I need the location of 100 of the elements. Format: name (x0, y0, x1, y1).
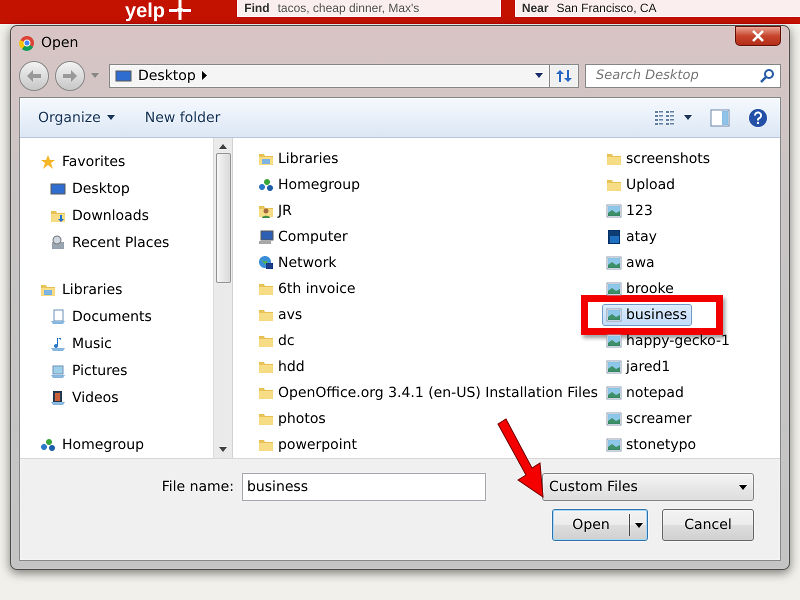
scroll-down-icon (219, 447, 227, 452)
computer-icon (258, 229, 274, 245)
folder-icon (258, 307, 274, 323)
image-icon (606, 385, 622, 401)
file-item[interactable]: atay (605, 226, 662, 248)
file-item[interactable]: dc (257, 330, 300, 352)
file-item[interactable]: 123 (605, 200, 658, 222)
file-item[interactable]: 6th invoice (257, 278, 361, 300)
history-caret-icon (91, 73, 99, 78)
file-type-dropdown[interactable]: Custom Files (542, 473, 754, 501)
file-item[interactable]: Upload (605, 174, 680, 196)
forward-arrow-icon (63, 70, 77, 82)
file-item[interactable]: photos (257, 408, 331, 430)
caret-icon (739, 484, 747, 490)
music-note-icon (50, 336, 66, 352)
file-item[interactable]: business (602, 304, 692, 326)
toolbar-button[interactable]: New folder (136, 106, 228, 130)
breadcrumb[interactable]: Desktop (138, 68, 196, 84)
file-item[interactable]: hdd (257, 356, 310, 378)
film-icon (50, 390, 66, 406)
file-item[interactable]: awa (605, 252, 660, 274)
folder-icon (606, 151, 622, 167)
file-item[interactable]: jared1 (605, 356, 676, 378)
photoshop-file-icon (606, 229, 622, 245)
file-item[interactable]: happy-gecko-1 (605, 330, 735, 352)
sidebar-item[interactable]: Recent Places (40, 229, 213, 256)
sidebar-item[interactable]: Videos (40, 384, 213, 411)
folder-icon (258, 411, 274, 427)
sidebar-item[interactable]: Documents (40, 303, 213, 330)
folder-icon (606, 177, 622, 193)
folder-icon (258, 281, 274, 297)
recent-places-icon (50, 234, 66, 250)
open-button[interactable]: Open (552, 509, 648, 541)
search-field[interactable]: Search Desktop (585, 64, 781, 88)
forward-button[interactable] (55, 60, 85, 91)
file-item[interactable]: brooke (605, 278, 679, 300)
file-item[interactable]: avs (257, 304, 308, 326)
file-item[interactable]: screamer (605, 408, 697, 430)
pictures-icon (50, 362, 66, 378)
refresh-icon (556, 68, 572, 83)
desktop-icon (50, 180, 66, 196)
file-item[interactable]: Homegroup (257, 174, 366, 196)
people-icon (40, 436, 56, 452)
document-icon (50, 308, 66, 324)
dropdown-caret-icon (535, 73, 543, 78)
cancel-button[interactable]: Cancel (662, 509, 754, 541)
desktop-icon (114, 68, 132, 84)
toolbar-button[interactable]: Organize (30, 106, 123, 130)
image-icon (606, 255, 622, 271)
help-icon (748, 108, 768, 128)
sidebar-item[interactable]: Favorites (40, 148, 213, 175)
chevron-icon (202, 71, 207, 80)
browser-logo-icon (19, 35, 35, 52)
sidebar-item[interactable]: Music (40, 330, 213, 357)
file-item[interactable]: Network (257, 252, 342, 274)
caret-icon (684, 115, 692, 120)
file-item[interactable]: OpenOffice.org 3.4.1 (en-US) Installation Files (257, 382, 603, 404)
globe-icon (258, 255, 274, 271)
folder-icon (258, 333, 274, 349)
caret-icon (634, 522, 642, 528)
close-icon (752, 30, 764, 42)
details-view-icon (654, 110, 676, 126)
near-field[interactable]: Near San Francisco, CA (514, 0, 800, 17)
scrollbar[interactable] (213, 138, 232, 458)
refresh-button[interactable] (549, 64, 579, 88)
window-title: Open (41, 35, 80, 52)
find-field[interactable]: Find tacos, cheap dinner, Max's (237, 0, 501, 17)
file-item[interactable]: JR (257, 200, 297, 222)
search-icon (760, 68, 776, 84)
folder-icon (258, 359, 274, 375)
site-logo[interactable]: yelp (125, 0, 224, 23)
close-button[interactable] (735, 26, 781, 46)
folder-icon (258, 385, 274, 401)
address-bar[interactable]: Desktop (109, 64, 550, 88)
file-item[interactable]: notepad (605, 382, 689, 404)
user-folder-icon (258, 203, 274, 219)
image-icon (606, 307, 622, 323)
search-input[interactable]: Search Desktop (594, 67, 760, 84)
preview-pane-button[interactable] (708, 106, 732, 128)
file-item[interactable]: powerpoint (257, 434, 362, 456)
sidebar-item[interactable]: Pictures (40, 357, 213, 384)
image-icon (606, 281, 622, 297)
file-item[interactable]: Computer (257, 226, 353, 248)
folder-icon (258, 437, 274, 453)
file-name-field[interactable]: business (242, 473, 486, 501)
star-icon (40, 154, 56, 170)
back-button[interactable] (19, 60, 49, 91)
file-item[interactable]: stonetypo (605, 434, 702, 456)
image-icon (606, 333, 622, 349)
file-item[interactable]: Libraries (257, 148, 344, 170)
sidebar-item[interactable]: Homegroup (40, 431, 213, 458)
image-icon (606, 203, 622, 219)
file-item[interactable]: screenshots (605, 148, 716, 170)
field-label: File name: (162, 479, 234, 495)
sidebar-item[interactable]: Desktop (40, 175, 213, 202)
sidebar-item[interactable]: Downloads (40, 202, 213, 229)
sidebar-item[interactable]: Libraries (40, 276, 213, 303)
scroll-up-icon (219, 144, 227, 149)
image-icon (606, 437, 622, 453)
people-icon (258, 177, 274, 193)
